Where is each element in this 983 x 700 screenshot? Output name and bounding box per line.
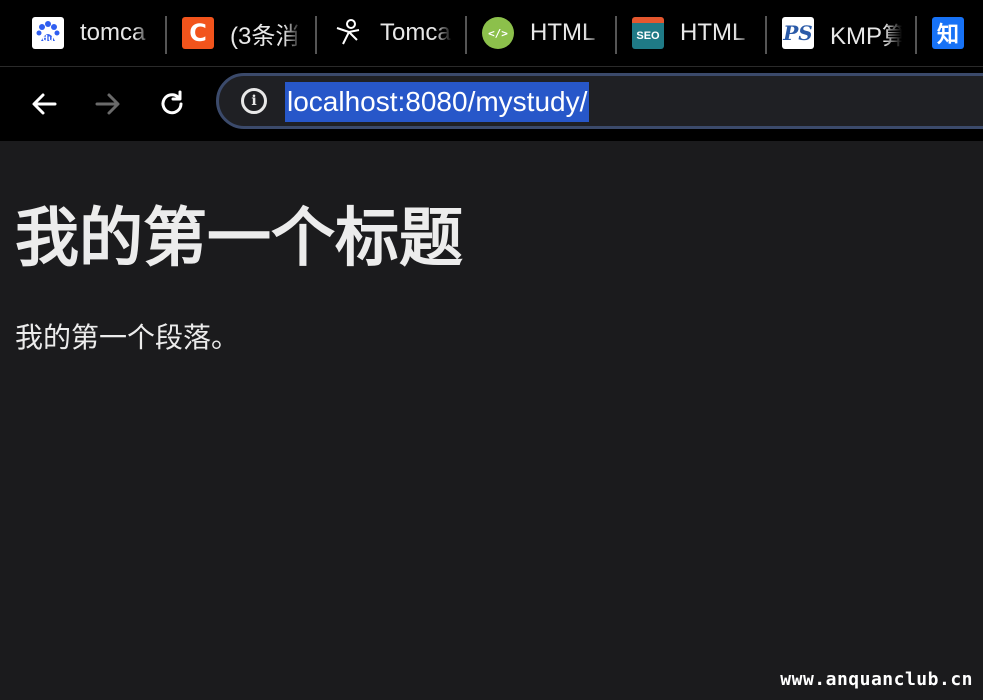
tab-tomcat[interactable]: Tomca [332, 14, 452, 52]
tab-label: KMP算 [830, 22, 902, 50]
tab-separator [465, 16, 467, 54]
tab-html-2[interactable]: SEO HTML [632, 14, 752, 52]
watermark: www.anquanclub.cn [780, 669, 973, 690]
baidu-paw-icon: du [32, 17, 64, 49]
tab-separator [765, 16, 767, 54]
csdn-c-icon: C [182, 17, 214, 49]
site-info-icon[interactable]: i [241, 88, 267, 114]
tab-separator [915, 16, 917, 54]
seo-icon: SEO [632, 17, 664, 49]
page-content: 我的第一个标题 我的第一个段落。 [0, 141, 983, 700]
tab-html-1[interactable]: </> HTML [482, 14, 602, 52]
reload-icon [161, 90, 183, 115]
url-text[interactable]: localhost:8080/mystudy/ [285, 82, 590, 122]
tab-kmp[interactable]: PS KMP算 [782, 14, 902, 52]
zhihu-icon: 知 [932, 17, 964, 49]
tab-separator [615, 16, 617, 54]
code-leaf-icon: </> [482, 17, 514, 49]
tab-separator [165, 16, 167, 54]
tab-separator [315, 16, 317, 54]
tab-label: Tomca [380, 19, 451, 46]
tab-strip: du tomca C (3条消 Tomca </> HTML SEO HTML … [0, 0, 983, 67]
ps-icon: PS [782, 17, 814, 49]
back-button[interactable] [24, 84, 64, 124]
tab-label: HTML [530, 19, 596, 46]
svg-text:du: du [42, 34, 54, 43]
tab-zhihu[interactable]: 知 [932, 14, 964, 52]
forward-button[interactable] [88, 84, 128, 124]
browser-toolbar: i localhost:8080/mystudy/ [0, 67, 983, 141]
reload-button[interactable] [152, 84, 192, 124]
page-paragraph: 我的第一个段落。 [15, 321, 240, 354]
tab-label: (3条消 [230, 22, 300, 50]
tab-label: tomca [80, 19, 146, 46]
arrow-right-icon [95, 93, 120, 115]
stickfigure-icon [332, 17, 364, 49]
address-bar[interactable]: i localhost:8080/mystudy/ [216, 73, 983, 129]
page-heading: 我的第一个标题 [15, 202, 463, 276]
tab-csdn[interactable]: C (3条消 [182, 14, 302, 52]
tab-label: HTML [680, 19, 746, 46]
tab-baidu[interactable]: du tomca [32, 14, 152, 52]
arrow-left-icon [32, 93, 57, 115]
